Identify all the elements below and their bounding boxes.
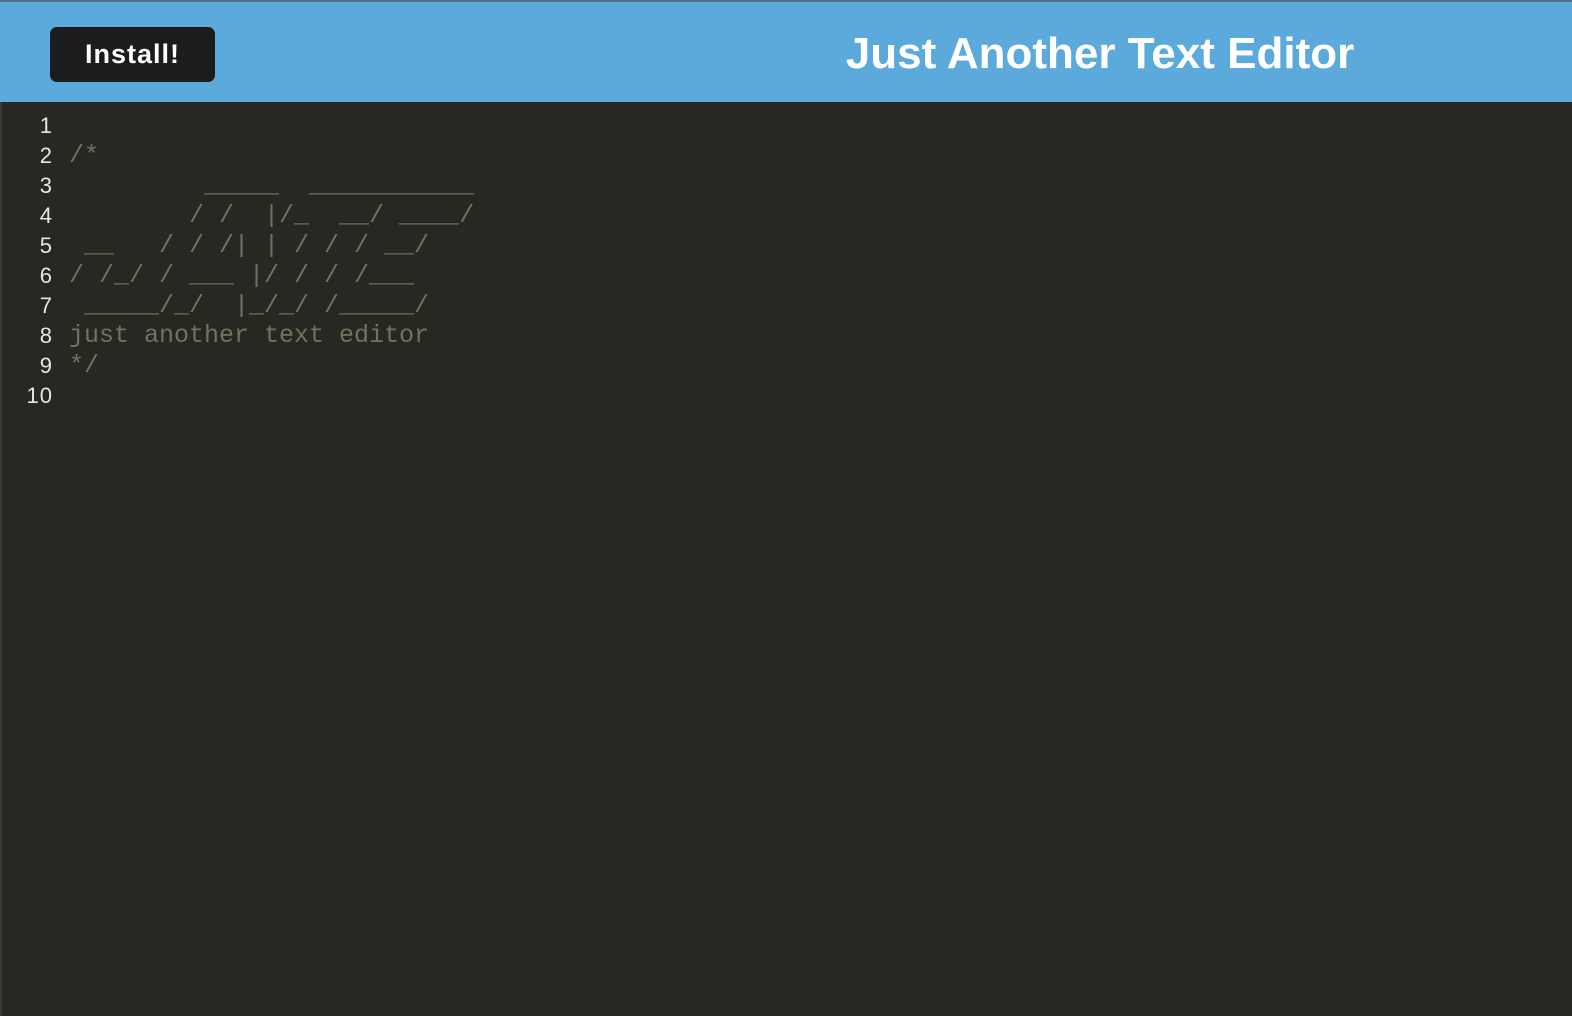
code-line[interactable]: [69, 381, 1572, 411]
code-line[interactable]: _____ ___________: [69, 171, 1572, 201]
code-line[interactable]: just another text editor: [69, 321, 1572, 351]
line-number: 4: [39, 203, 53, 228]
code-editor[interactable]: 1 2 3 4 5 6 7 8 9 10 /* _____ __________…: [0, 102, 1572, 1016]
line-number: 10: [26, 383, 53, 408]
line-number: 8: [39, 323, 53, 348]
line-number-gutter: 1 2 3 4 5 6 7 8 9 10: [2, 111, 54, 411]
code-line[interactable]: */: [69, 351, 1572, 381]
line-number: 6: [39, 263, 53, 288]
code-content[interactable]: /* _____ ___________ / / |/_ __/ ____/ _…: [69, 111, 1572, 411]
line-number: 2: [39, 143, 53, 168]
line-number: 1: [39, 113, 53, 138]
line-number: 7: [39, 293, 53, 318]
code-line[interactable]: __ / / /| | / / / __/: [69, 231, 1572, 261]
app-title: Just Another Text Editor: [845, 29, 1355, 78]
code-line[interactable]: [69, 111, 1572, 141]
code-line[interactable]: /*: [69, 141, 1572, 171]
app-window: Install! Just Another Text Editor 1 2 3 …: [0, 0, 1572, 1016]
app-header: Install! Just Another Text Editor: [0, 0, 1572, 102]
code-line[interactable]: / / |/_ __/ ____/: [69, 201, 1572, 231]
code-line[interactable]: _____/_/ |_/_/ /_____/: [69, 291, 1572, 321]
line-number: 5: [39, 233, 53, 258]
line-number: 3: [39, 173, 53, 198]
install-button[interactable]: Install!: [50, 27, 215, 82]
code-line[interactable]: / /_/ / ___ |/ / / /___: [69, 261, 1572, 291]
line-number: 9: [39, 353, 53, 378]
